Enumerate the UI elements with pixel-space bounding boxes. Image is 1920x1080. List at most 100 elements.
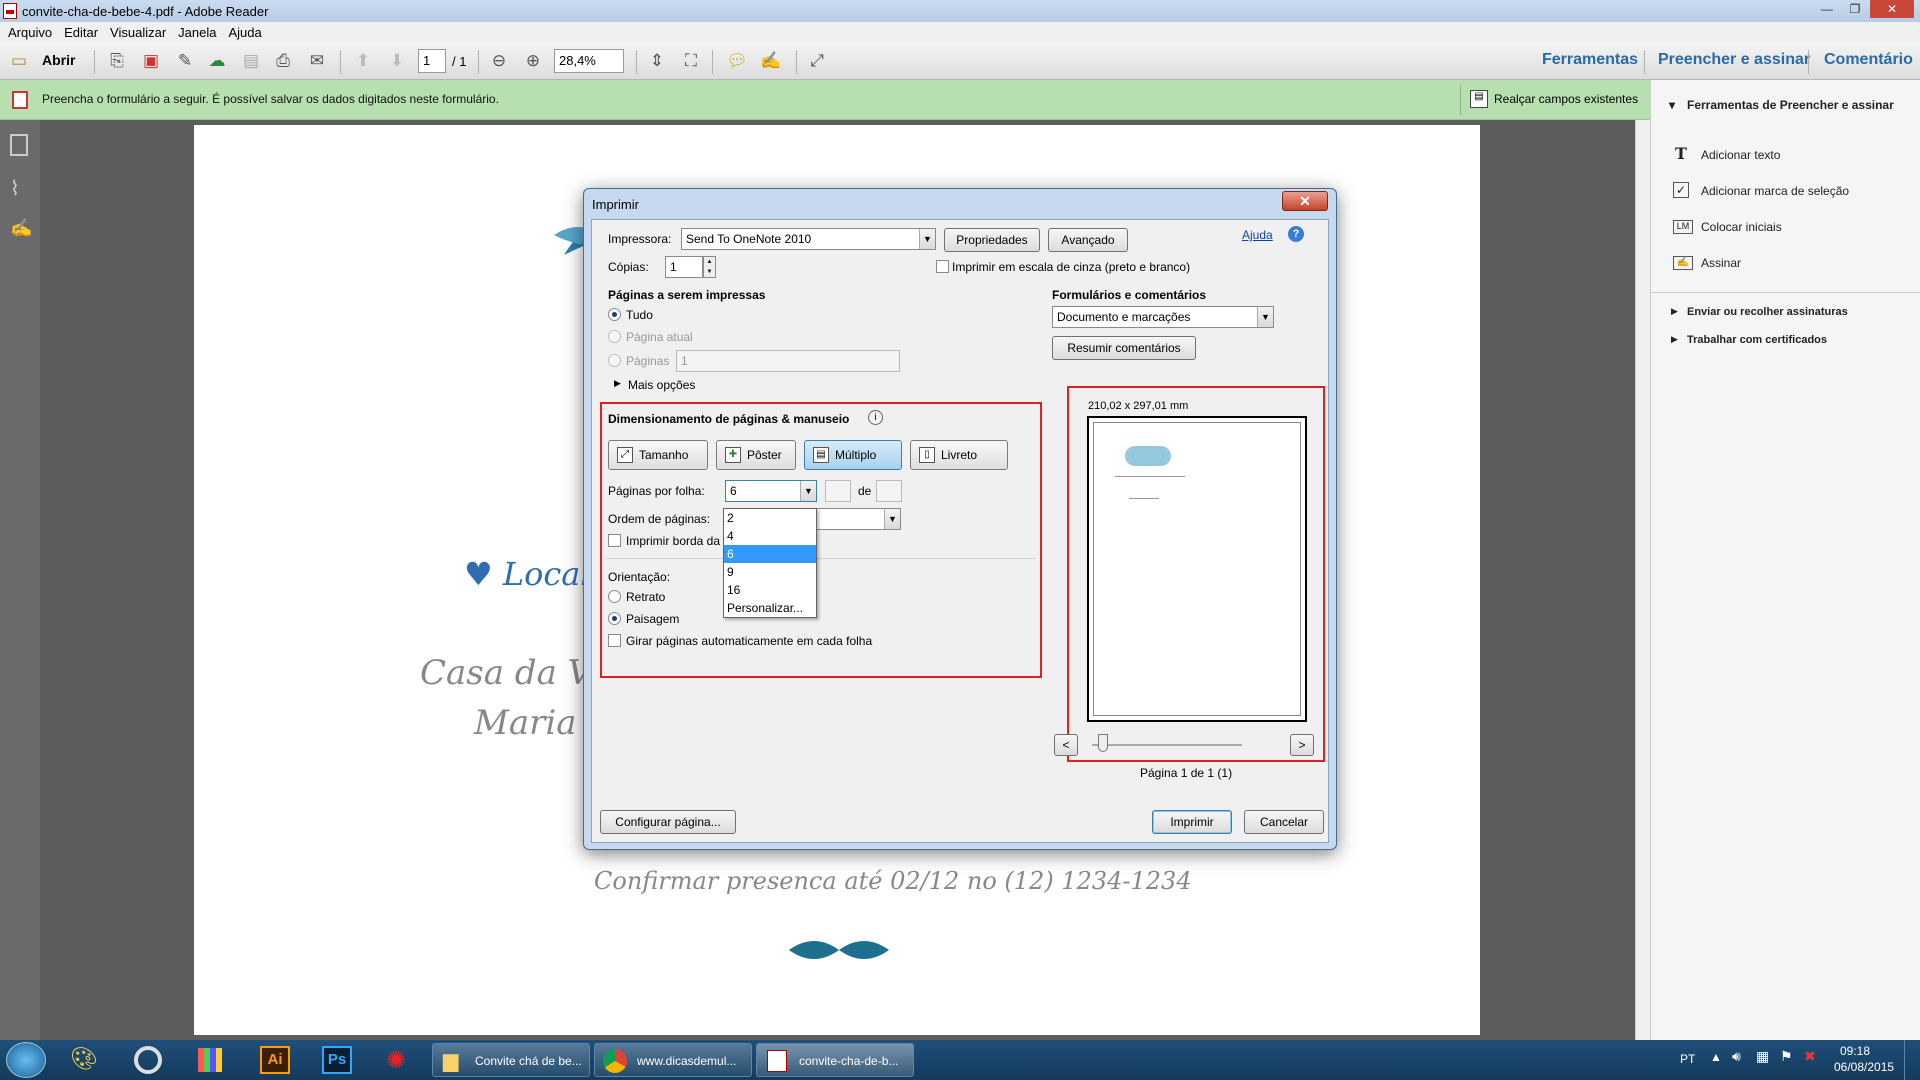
cancel-button[interactable]: Cancelar — [1244, 810, 1324, 834]
folder-icon[interactable]: ▭ — [8, 50, 30, 72]
zoom-input[interactable]: 28,4% — [554, 49, 624, 73]
preview-slider-thumb[interactable] — [1098, 734, 1108, 752]
upload-icon[interactable]: ☁ — [206, 50, 228, 72]
page-setup-button[interactable]: Configurar página... — [600, 810, 736, 834]
photoshop-icon[interactable]: Ps — [322, 1046, 352, 1074]
mode-multiple-button[interactable]: ▤ Múltiplo — [804, 440, 902, 470]
more-options-toggle[interactable]: Mais opções — [628, 378, 695, 392]
create-pdf-icon[interactable]: ⎘ — [106, 50, 128, 72]
taskbar-app-reader[interactable]: convite-cha-de-b... — [756, 1043, 914, 1077]
panel-section-title[interactable]: Ferramentas de Preencher e assinar — [1687, 98, 1894, 112]
email-icon[interactable]: ✉ — [306, 50, 328, 72]
attachment-icon[interactable]: ⌇ — [10, 176, 20, 201]
clock-date[interactable]: 06/08/2015 — [1834, 1060, 1894, 1074]
dropdown-option[interactable]: 9 — [724, 563, 816, 581]
alert-icon[interactable]: ✖ — [1804, 1048, 1816, 1065]
export-pdf-icon[interactable]: ▣ — [140, 50, 162, 72]
advanced-button[interactable]: Avançado — [1048, 228, 1128, 252]
send-signatures-item[interactable]: Enviar ou recolher assinaturas — [1687, 306, 1848, 318]
place-initials-item[interactable]: Colocar iniciais — [1701, 220, 1782, 234]
current-page-radio[interactable] — [608, 330, 621, 343]
preview-prev-button[interactable]: < — [1054, 734, 1078, 756]
highlight-fields-icon[interactable]: ▤ — [1470, 90, 1488, 108]
save-icon[interactable]: ▤ — [240, 50, 262, 72]
menu-arquivo[interactable]: Arquivo — [8, 25, 52, 40]
pages-radio[interactable] — [608, 354, 621, 367]
dropdown-option[interactable]: 2 — [724, 509, 816, 527]
auto-rotate-checkbox[interactable] — [608, 634, 621, 647]
grid-rows-input[interactable] — [876, 480, 902, 502]
zoom-out-icon[interactable]: ⊖ — [488, 50, 510, 72]
minimize-button[interactable]: — — [1814, 0, 1840, 18]
printer-select[interactable]: Send To OneNote 2010 ▼ — [681, 228, 936, 250]
dialog-close-button[interactable]: ✕ — [1282, 191, 1328, 211]
mode-booklet-button[interactable]: ▯ Livreto — [910, 440, 1008, 470]
edit-icon[interactable]: ✎ — [174, 50, 196, 72]
sign-item[interactable]: Assinar — [1701, 256, 1741, 270]
show-hidden-icon[interactable]: ▲ — [1710, 1050, 1722, 1064]
fit-width-icon[interactable]: ⇕ — [646, 50, 668, 72]
certificates-item[interactable]: Trabalhar com certificados — [1687, 334, 1827, 346]
language-indicator[interactable]: PT — [1680, 1052, 1695, 1066]
expand-icon[interactable]: ▶ — [1671, 334, 1678, 345]
dropdown-option-selected[interactable]: 6 — [724, 545, 816, 563]
print-border-checkbox[interactable] — [608, 534, 621, 547]
dropdown-option[interactable]: 4 — [724, 527, 816, 545]
grayscale-checkbox[interactable] — [936, 260, 949, 273]
menu-ajuda[interactable]: Ajuda — [228, 25, 261, 40]
next-page-icon[interactable]: ⬇ — [386, 50, 408, 72]
properties-button[interactable]: Propriedades — [944, 228, 1040, 252]
forms-select[interactable]: Documento e marcações ▼ — [1052, 306, 1274, 328]
vertical-scrollbar[interactable] — [1635, 120, 1650, 1040]
apps-icon[interactable] — [198, 1048, 222, 1072]
media-player-icon[interactable] — [134, 1046, 162, 1074]
maximize-button[interactable]: ❐ — [1842, 0, 1868, 18]
grid-cols-input[interactable] — [825, 480, 851, 502]
landscape-radio[interactable] — [608, 612, 621, 625]
prev-page-icon[interactable]: ⬆ — [352, 50, 374, 72]
comment-icon[interactable]: 💬︎ — [726, 50, 748, 72]
all-pages-radio[interactable] — [608, 308, 621, 321]
show-desktop-button[interactable] — [1904, 1040, 1920, 1080]
dropdown-option[interactable]: 16 — [724, 581, 816, 599]
menu-visualizar[interactable]: Visualizar — [110, 25, 166, 40]
splash-app-icon[interactable]: ✺ — [386, 1046, 406, 1075]
highlight-icon[interactable]: ✍ — [760, 50, 782, 72]
copies-stepper[interactable]: ▲ ▼ — [703, 256, 716, 278]
tab-preencher-assinar[interactable]: Preencher e assinar — [1658, 51, 1810, 69]
page-number-input[interactable]: 1 — [418, 49, 446, 73]
clock-time[interactable]: 09:18 — [1840, 1044, 1870, 1058]
add-text-item[interactable]: Adicionar texto — [1701, 148, 1780, 162]
fullscreen-icon[interactable]: ⤢ — [806, 50, 828, 72]
mode-poster-button[interactable]: ✚ Pôster — [716, 440, 796, 470]
paint-icon[interactable]: 🎨︎ — [70, 1046, 98, 1072]
print-button[interactable]: Imprimir — [1152, 810, 1232, 834]
illustrator-icon[interactable]: Ai — [260, 1046, 290, 1074]
action-center-icon[interactable]: ⚑ — [1780, 1048, 1793, 1065]
menu-janela[interactable]: Janela — [178, 25, 216, 40]
add-checkmark-item[interactable]: Adicionar marca de seleção — [1701, 184, 1849, 198]
panel-collapse-icon[interactable]: ▾ — [1669, 98, 1675, 112]
zoom-in-icon[interactable]: ⊕ — [522, 50, 544, 72]
tab-comentario[interactable]: Comentário — [1824, 51, 1913, 69]
pages-icon[interactable] — [10, 134, 28, 156]
expand-icon[interactable]: ▶ — [614, 378, 621, 389]
taskbar-app-chrome[interactable]: www.dicasdemul... — [594, 1043, 752, 1077]
tab-ferramentas[interactable]: Ferramentas — [1542, 51, 1638, 69]
fit-page-icon[interactable]: ⛶ — [680, 50, 702, 72]
help-icon[interactable]: ? — [1288, 226, 1304, 242]
pages-per-sheet-select[interactable]: 6 ▼ — [725, 480, 817, 502]
summarize-comments-button[interactable]: Resumir comentários — [1052, 336, 1196, 360]
info-icon[interactable]: i — [868, 410, 883, 425]
close-button[interactable]: ✕ — [1870, 0, 1914, 18]
portrait-radio[interactable] — [608, 590, 621, 603]
dropdown-option[interactable]: Personalizar... — [724, 599, 816, 617]
start-button[interactable] — [6, 1042, 46, 1078]
preview-slider[interactable] — [1092, 744, 1242, 746]
print-icon[interactable]: ⎙ — [272, 50, 294, 72]
pages-range-input[interactable]: 1 — [676, 350, 900, 372]
open-button[interactable]: Abrir — [42, 52, 75, 68]
volume-icon[interactable]: 🔊︎ — [1732, 1048, 1741, 1065]
preview-next-button[interactable]: > — [1290, 734, 1314, 756]
network-icon[interactable]: ▦ — [1756, 1048, 1769, 1065]
